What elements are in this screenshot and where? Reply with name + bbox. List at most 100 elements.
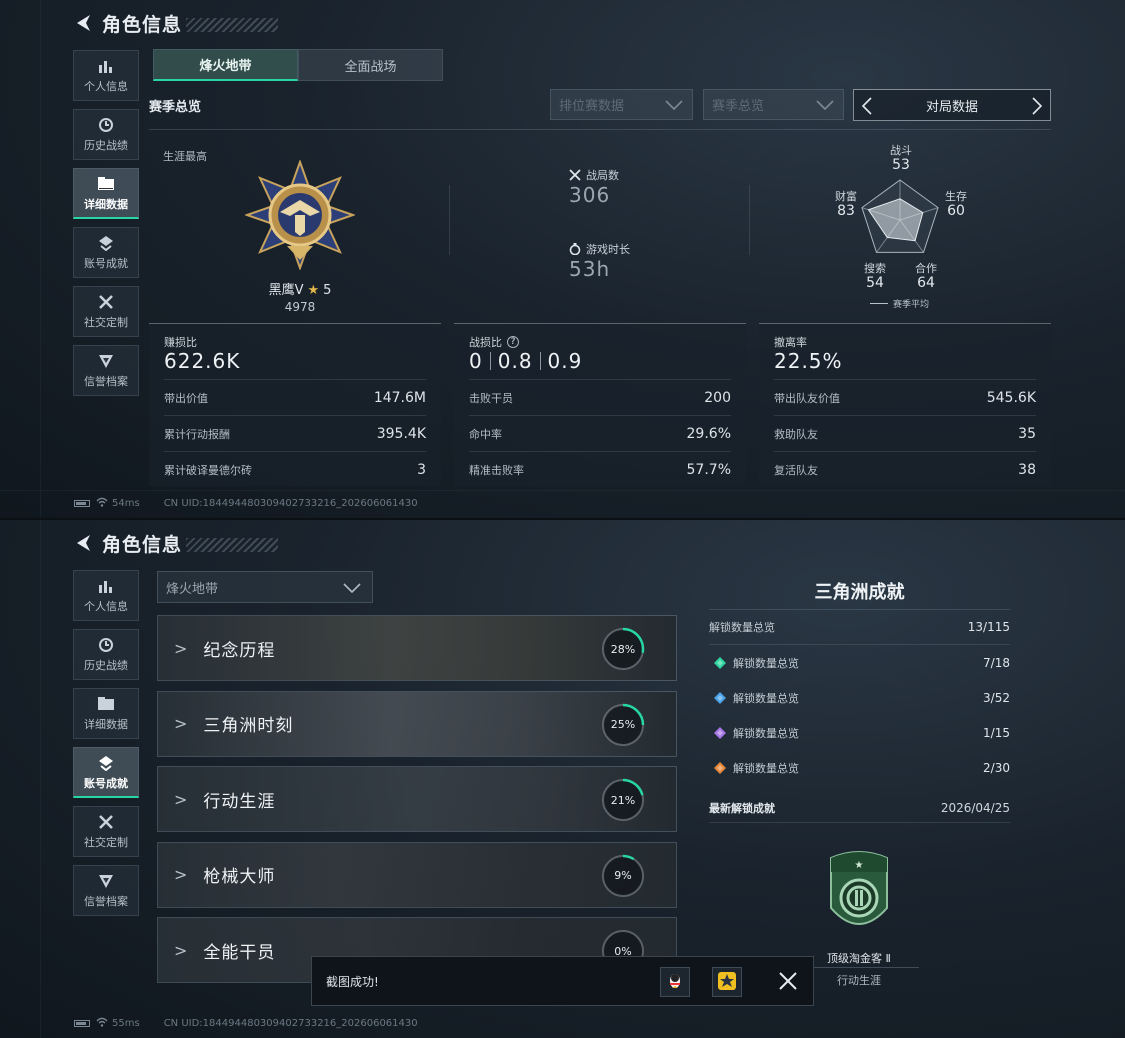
chevron-down-icon	[342, 581, 362, 599]
matches-label: 战局数	[569, 167, 619, 183]
achievement-summary: 三角洲成就 解锁数量总览 13/115 解锁数量总览 7/18 解锁数量总览 3/52…	[709, 575, 1010, 823]
rank-medal-icon	[243, 159, 357, 273]
achievement-category-row[interactable]: > 三角洲时刻 25%	[157, 690, 677, 757]
battery-icon	[74, 500, 90, 507]
wifi-icon	[96, 497, 108, 510]
nav-credit[interactable]: 信誉档案	[73, 865, 139, 916]
radar-label-teamwork: 合作 64	[915, 262, 937, 291]
rank-title: 黑鹰V	[268, 283, 304, 298]
progress-percent: 25%	[610, 718, 636, 731]
kd-part: 0.8	[497, 349, 533, 373]
nav-label: 账号成就	[84, 257, 128, 270]
close-icon[interactable]	[777, 970, 799, 995]
nav-label: 个人信息	[84, 80, 128, 93]
nav-label: 信誉档案	[84, 375, 128, 388]
stat-row: 击败干员 200	[469, 379, 731, 415]
tab-warzone[interactable]: 烽火地带	[153, 49, 298, 81]
tools-icon	[98, 813, 114, 831]
chevron-right-icon[interactable]	[1030, 96, 1044, 120]
row-label: 击败干员	[469, 391, 513, 405]
folder-icon	[97, 175, 115, 193]
mode-select[interactable]: 烽火地带	[157, 571, 373, 603]
chevron-down-icon	[815, 98, 835, 116]
achievement-category-row[interactable]: > 纪念历程 28%	[157, 615, 677, 681]
chevron-right-icon: >	[174, 789, 188, 809]
stopwatch-icon	[569, 243, 581, 255]
help-icon[interactable]: ?	[507, 336, 519, 348]
nav-achievements[interactable]: 账号成就	[73, 747, 139, 798]
row-value: 35	[1018, 425, 1036, 442]
total-label: 解锁数量总览	[709, 621, 775, 634]
nav-detailed-data[interactable]: 详细数据	[73, 168, 139, 219]
nav-label: 个人信息	[84, 600, 128, 613]
stat-row: 命中率 29.6%	[469, 415, 731, 451]
title-decoration	[186, 18, 279, 32]
matches-value: 306	[569, 183, 611, 207]
qq-penguin-icon	[667, 972, 683, 993]
kd-part: 0.9	[547, 349, 583, 373]
nav-label: 历史战绩	[84, 139, 128, 152]
screenshot-toast: 截图成功!	[311, 956, 814, 1006]
tier-gem-icon	[713, 726, 727, 740]
category-name: 纪念历程	[203, 640, 276, 661]
share-qq-button[interactable]	[660, 967, 690, 997]
chevron-right-icon: >	[174, 638, 188, 658]
shield-icon	[98, 352, 114, 370]
card-value: 0 0.8 0.9	[469, 349, 582, 373]
nav-credit[interactable]: 信誉档案	[73, 345, 139, 396]
category-name: 行动生涯	[203, 791, 276, 812]
nav-achievements[interactable]: 账号成就	[73, 227, 139, 278]
back-arrow-icon[interactable]	[74, 13, 94, 33]
divider	[149, 129, 1051, 130]
star-icon: ★	[307, 283, 320, 298]
season-select[interactable]: 赛季总览	[703, 89, 844, 120]
badge-category: 行动生涯	[799, 967, 919, 988]
divider	[449, 185, 450, 255]
row-label: 累计行动报酬	[164, 427, 230, 441]
tier-value: 7/18	[983, 655, 1010, 670]
tier-value: 3/52	[983, 690, 1010, 705]
side-nav: 个人信息 历史战绩 详细数据 账号成就 社交定制 信誉档案	[73, 50, 139, 404]
share-favorite-button[interactable]	[712, 967, 742, 997]
nav-personal-info[interactable]: 个人信息	[73, 570, 139, 621]
stat-row: 带出队友价值 545.6K	[774, 379, 1036, 415]
tier-label: 解锁数量总览	[733, 656, 799, 670]
row-value: 395.4K	[376, 425, 426, 442]
select-value: 赛季总览	[712, 99, 765, 114]
page-title: 角色信息	[102, 13, 183, 36]
nav-history[interactable]: 历史战绩	[73, 629, 139, 680]
status-footer: 54ms CN UID:184494480309402733216_202606…	[74, 497, 418, 510]
card-title: 赚损比	[164, 336, 197, 349]
nav-social[interactable]: 社交定制	[73, 806, 139, 857]
chevron-left-icon[interactable]	[860, 96, 874, 120]
achievement-category-row[interactable]: > 枪械大师 9%	[157, 841, 677, 908]
latest-unlock-row: 最新解锁成就 2026/04/25	[709, 793, 1010, 823]
nav-social[interactable]: 社交定制	[73, 286, 139, 337]
achievement-category-row[interactable]: > 行动生涯 21%	[157, 766, 677, 832]
battery-icon	[74, 1020, 90, 1027]
playtime-label-text: 游戏时长	[586, 243, 630, 256]
stat-row: 救助队友 35	[774, 415, 1036, 451]
row-value: 147.6M	[373, 389, 426, 406]
back-arrow-icon[interactable]	[74, 533, 94, 553]
ranked-data-select[interactable]: 排位赛数据	[550, 89, 693, 120]
tier-row: 解锁数量总览 2/30	[709, 750, 1010, 785]
row-label: 带出价值	[164, 391, 208, 405]
tier-value: 1/15	[983, 725, 1010, 740]
career-best-label: 生涯最高	[163, 150, 207, 163]
profit-card: 赚损比 622.6K 带出价值 147.6M 累计行动报酬 395.4K 累计破译曼…	[149, 323, 441, 486]
tier-list: 解锁数量总览 7/18 解锁数量总览 3/52 解锁数量总览 1/15 解锁数量总览 2/30	[709, 645, 1010, 785]
tier-row: 解锁数量总览 3/52	[709, 680, 1010, 715]
wifi-icon	[96, 1017, 108, 1030]
nav-personal-info[interactable]: 个人信息	[73, 50, 139, 101]
nav-history[interactable]: 历史战绩	[73, 109, 139, 160]
grid-line	[40, 0, 41, 518]
stat-row: 累计行动报酬 395.4K	[164, 415, 426, 451]
header: 角色信息	[74, 10, 279, 36]
tier-gem-icon	[713, 761, 727, 775]
chevron-right-icon: >	[174, 714, 188, 733]
match-data-switcher: 对局数据	[853, 89, 1051, 121]
tab-full-battlefield[interactable]: 全面战场	[298, 49, 443, 81]
row-value: 200	[704, 389, 731, 406]
nav-detailed-data[interactable]: 详细数据	[73, 688, 139, 739]
